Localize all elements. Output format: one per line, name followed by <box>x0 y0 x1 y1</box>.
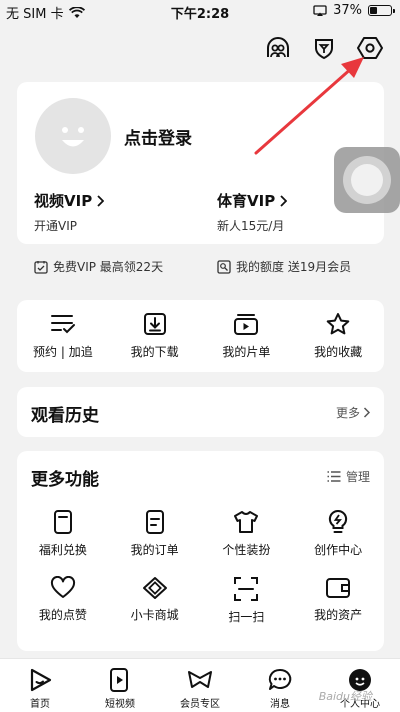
settings-hex-icon[interactable] <box>356 34 384 62</box>
tab-profile[interactable]: 个人中心 <box>320 659 400 712</box>
playlist-icon <box>234 314 259 335</box>
more-features-card: 更多功能 管理 福利兑换 我的订单 个性装扮 创作中心 我的点赞 小卡商城 扫一… <box>17 451 384 651</box>
features-title: 更多功能 <box>31 470 99 490</box>
wallet-icon <box>326 578 351 598</box>
video-vip-sub: 开通VIP <box>34 219 77 233</box>
feature-card-shop[interactable]: 小卡商城 <box>109 576 201 625</box>
message-icon <box>268 668 292 690</box>
video-vip[interactable]: 视频VIP 开通VIP <box>34 190 105 234</box>
watermark: Baidu经验 <box>318 690 372 703</box>
feature-label: 我的点赞 <box>38 608 87 622</box>
history-more-label: 更多 <box>335 406 360 420</box>
friends-icon[interactable] <box>264 34 292 62</box>
quota-icon <box>217 259 231 274</box>
tshirt-icon <box>234 511 259 533</box>
feature-my-orders[interactable]: 我的订单 <box>109 509 201 558</box>
quick-item-favorites[interactable]: 我的收藏 <box>292 300 384 372</box>
feature-label: 小卡商城 <box>130 608 179 622</box>
tab-label: 消息 <box>270 699 290 710</box>
battery-percent: 37% <box>333 3 362 18</box>
assistive-touch-button[interactable] <box>334 147 400 213</box>
quick-item-download[interactable]: 我的下载 <box>109 300 201 372</box>
chevron-right-icon <box>97 194 105 207</box>
feature-gift-exchange[interactable]: 福利兑换 <box>17 509 109 558</box>
chevron-right-icon <box>280 194 288 207</box>
card-shop-icon <box>142 577 167 599</box>
feature-personal-dress[interactable]: 个性装扮 <box>201 509 293 558</box>
scan-icon <box>234 577 259 601</box>
sports-vip[interactable]: 体育VIP 新人15元/月 <box>217 190 288 234</box>
manage-button[interactable]: 管理 <box>327 468 370 485</box>
shield-icon[interactable] <box>310 34 338 62</box>
video-vip-title: 视频VIP <box>34 192 93 210</box>
bowtie-icon <box>188 671 212 688</box>
login-link[interactable]: 点击登录 <box>124 124 192 149</box>
my-quota-link[interactable]: 我的额度 送19月会员 <box>217 258 351 275</box>
list-check-icon <box>50 315 75 334</box>
manage-label: 管理 <box>345 470 370 484</box>
home-play-icon <box>30 668 52 692</box>
feature-label: 福利兑换 <box>38 543 87 557</box>
calendar-check-icon <box>34 260 48 274</box>
order-icon <box>145 510 164 534</box>
tab-label: 会员专区 <box>180 699 220 710</box>
free-vip-link[interactable]: 免费VIP 最高领22天 <box>34 258 163 275</box>
feature-my-assets[interactable]: 我的资产 <box>292 576 384 625</box>
top-icon-row <box>264 34 384 62</box>
download-icon <box>143 313 166 335</box>
tab-label: 首页 <box>30 699 50 710</box>
status-bar: 无 SIM 卡 下午2:28 37% <box>0 0 400 22</box>
feature-label: 扫一扫 <box>228 610 265 624</box>
bulb-icon <box>329 509 348 533</box>
screen-mirror-icon <box>313 4 327 16</box>
tab-vip-zone[interactable]: 会员专区 <box>160 659 240 712</box>
battery-level <box>370 7 377 14</box>
quick-actions-card: 预约 | 加追 我的下载 我的片单 我的收藏 <box>17 300 384 372</box>
battery-icon <box>368 5 395 16</box>
quick-item-label: 我的片单 <box>222 345 271 359</box>
my-quota-text: 我的额度 送19月会员 <box>236 260 352 274</box>
tab-short-video[interactable]: 短视频 <box>80 659 160 712</box>
quick-item-reserve[interactable]: 预约 | 加追 <box>17 300 109 372</box>
list-icon <box>327 471 341 482</box>
feature-label: 创作中心 <box>314 543 363 557</box>
short-video-icon <box>110 668 128 692</box>
quick-item-label: 我的下载 <box>130 345 179 359</box>
history-more-link[interactable]: 更多 <box>336 404 370 421</box>
vip-benefit-row: 免费VIP 最高领22天 我的额度 送19月会员 <box>17 250 384 284</box>
chevron-right-icon <box>363 407 370 418</box>
heart-icon <box>50 576 75 598</box>
sports-vip-title: 体育VIP <box>217 192 276 210</box>
free-vip-text: 免费VIP 最高领22天 <box>53 260 164 274</box>
watch-history-card[interactable]: 观看历史 更多 <box>17 387 384 437</box>
feature-my-likes[interactable]: 我的点赞 <box>17 576 109 625</box>
feature-label: 我的资产 <box>314 608 363 622</box>
feature-scan[interactable]: 扫一扫 <box>201 576 293 625</box>
quick-item-label: 我的收藏 <box>314 345 363 359</box>
sports-vip-sub: 新人15元/月 <box>217 219 285 233</box>
quick-item-playlist[interactable]: 我的片单 <box>201 300 293 372</box>
tab-home[interactable]: 首页 <box>0 659 80 712</box>
profile-card: 点击登录 视频VIP 开通VIP 体育VIP 新人15元/月 <box>17 82 384 244</box>
feature-label: 我的订单 <box>130 543 179 557</box>
history-title: 观看历史 <box>31 406 99 426</box>
feature-grid: 福利兑换 我的订单 个性装扮 创作中心 我的点赞 小卡商城 扫一扫 我的资产 <box>17 509 384 625</box>
avatar[interactable] <box>35 98 111 174</box>
smiley-avatar-icon <box>62 127 84 147</box>
gift-card-icon <box>53 510 72 534</box>
feature-creator-center[interactable]: 创作中心 <box>292 509 384 558</box>
star-icon <box>326 313 350 335</box>
quick-item-label: 预约 | 加追 <box>33 345 93 359</box>
feature-label: 个性装扮 <box>222 543 271 557</box>
tab-messages[interactable]: 消息 <box>240 659 320 712</box>
tab-label: 短视频 <box>105 699 135 710</box>
